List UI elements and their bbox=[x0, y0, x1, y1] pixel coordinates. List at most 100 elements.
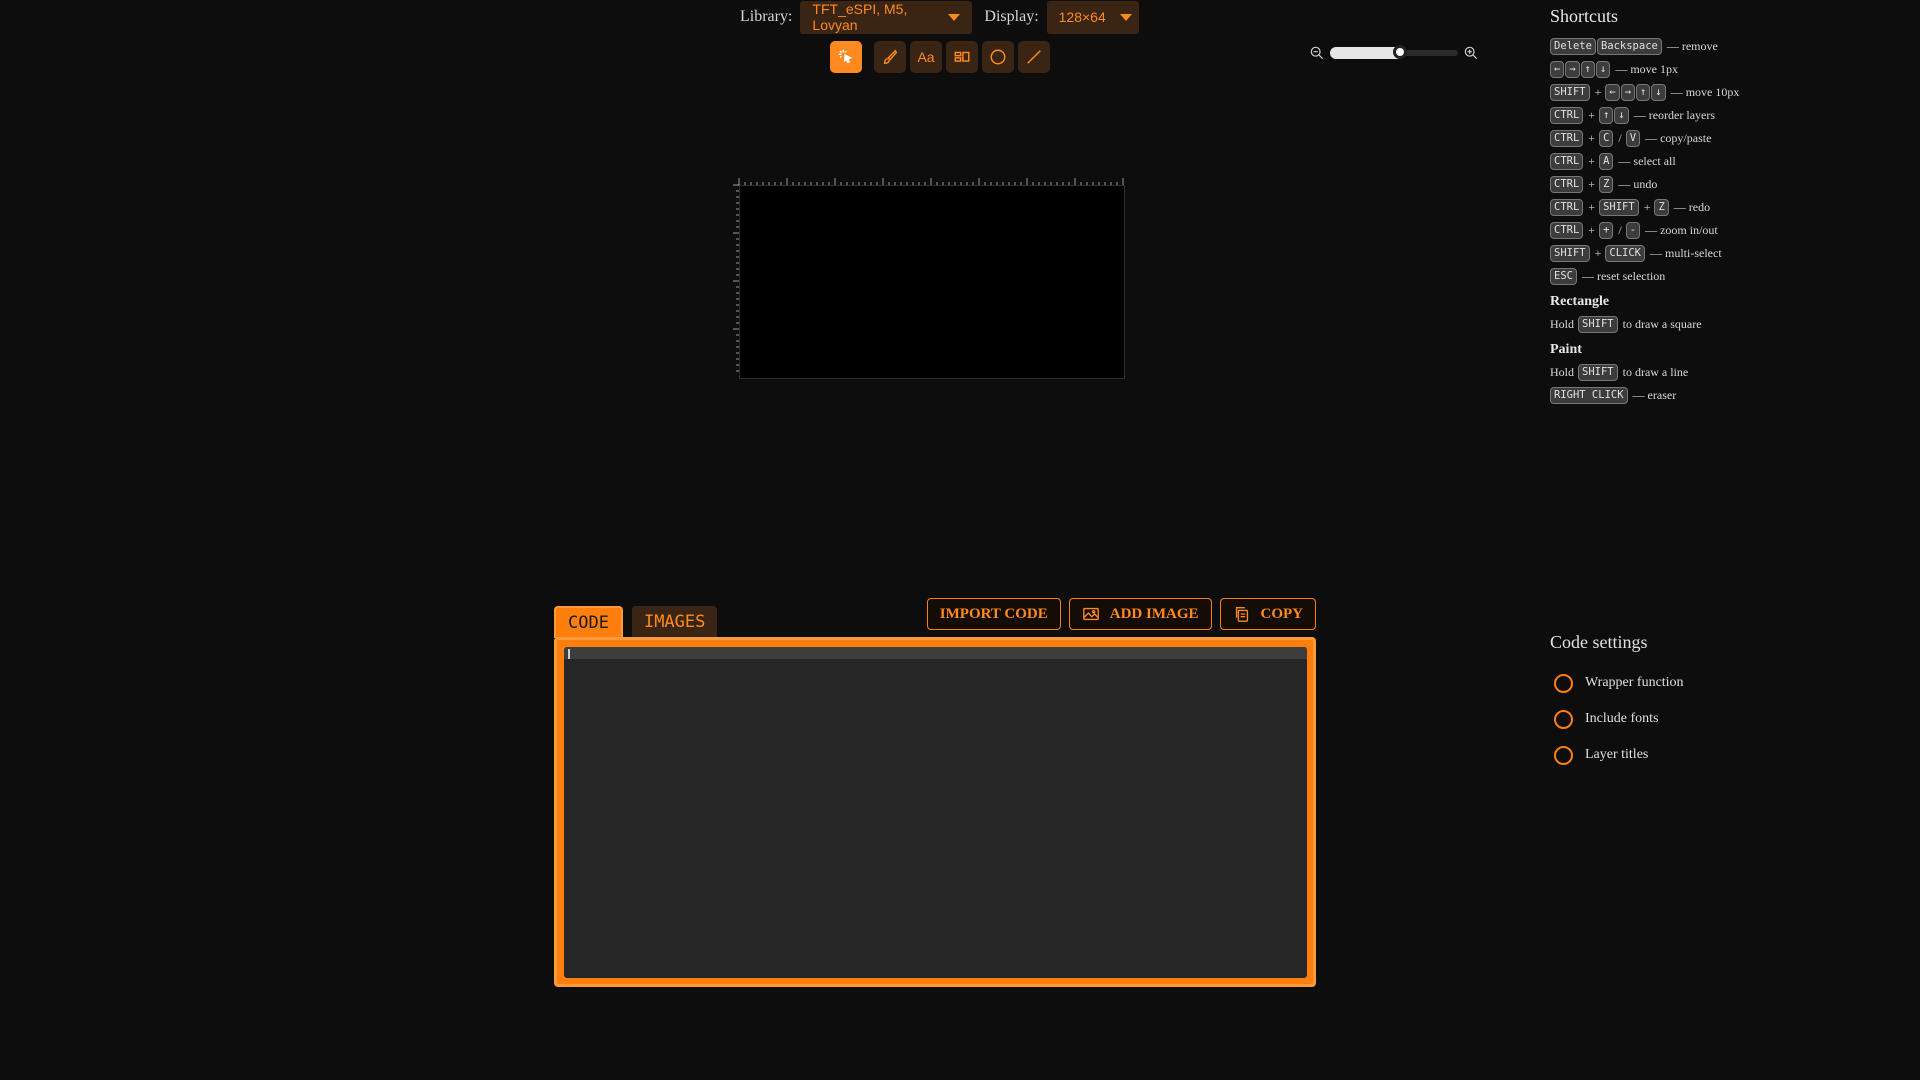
shortcut-key: Backspace bbox=[1596, 38, 1662, 55]
circle-tool-button[interactable] bbox=[982, 41, 1014, 73]
shapes-icon bbox=[954, 51, 970, 62]
shortcut-key: SHIFT bbox=[1578, 364, 1618, 381]
shortcut-key: SHIFT bbox=[1578, 316, 1618, 333]
shortcut-key: ↑ bbox=[1599, 107, 1614, 124]
shortcut-key: + bbox=[1599, 222, 1614, 239]
select-tool-button[interactable] bbox=[830, 41, 862, 73]
shortcut-key: A bbox=[1599, 153, 1614, 170]
display-canvas[interactable] bbox=[739, 185, 1125, 379]
shortcut-separator: + bbox=[1643, 200, 1651, 214]
shortcut-key: V bbox=[1625, 130, 1641, 147]
shortcut-description: — reset selection bbox=[1581, 269, 1666, 283]
add-image-button[interactable]: ADD IMAGE bbox=[1068, 598, 1212, 630]
shortcut-line: CTRL + Z — undo bbox=[1550, 173, 1780, 196]
option-label: Include fonts bbox=[1585, 711, 1659, 726]
shortcut-description: — multi-select bbox=[1650, 246, 1722, 260]
shortcut-separator: + bbox=[1588, 223, 1596, 237]
wrapper-function-option[interactable]: Wrapper function bbox=[1550, 665, 1684, 701]
tab-images[interactable]: IMAGES bbox=[631, 606, 718, 638]
icon-tool-button[interactable] bbox=[946, 41, 978, 73]
copy-icon bbox=[1235, 607, 1248, 622]
shortcut-description: — copy/paste bbox=[1645, 131, 1712, 145]
include-fonts-option[interactable]: Include fonts bbox=[1550, 701, 1684, 737]
shortcut-line: SHIFT + ← → ↑ ↓ — move 10px bbox=[1550, 81, 1780, 104]
shortcut-key: Delete bbox=[1550, 38, 1596, 55]
chevron-down-icon bbox=[1119, 13, 1132, 21]
zoom-slider[interactable] bbox=[1330, 45, 1458, 59]
shortcut-key: Z bbox=[1654, 199, 1669, 216]
shortcut-description: — select all bbox=[1618, 154, 1676, 168]
shortcut-key: ↓ bbox=[1614, 107, 1629, 124]
shortcuts-panel: Shortcuts Delete Backspace — remove ← → ↑ ↓ — m… bbox=[1550, 6, 1780, 407]
shortcut-key: ← bbox=[1550, 61, 1565, 78]
include-fonts-checkbox[interactable] bbox=[1554, 709, 1573, 729]
copy-button[interactable]: COPY bbox=[1219, 598, 1316, 630]
shortcut-key: SHIFT bbox=[1550, 245, 1590, 262]
option-label: Wrapper function bbox=[1585, 675, 1684, 690]
display-select-value: 128×64 bbox=[1058, 9, 1106, 25]
shortcut-separator: + bbox=[1588, 177, 1596, 191]
zoom-in-icon[interactable] bbox=[1464, 46, 1478, 60]
shortcut-key: ↓ bbox=[1595, 61, 1611, 78]
code-settings-title: Code settings bbox=[1550, 632, 1648, 652]
shortcut-key: CTRL bbox=[1550, 222, 1584, 239]
top-bar: Library: TFT_eSPI, M5, Lovyan Display: 1… bbox=[740, 0, 1139, 34]
import-code-button[interactable]: IMPORT CODE bbox=[926, 598, 1061, 630]
shortcut-key: → bbox=[1620, 84, 1636, 101]
shortcut-key: ↑ bbox=[1636, 84, 1651, 101]
line-tool-button[interactable] bbox=[1018, 41, 1050, 73]
shortcut-key: ← bbox=[1605, 84, 1620, 101]
copy-label: COPY bbox=[1260, 605, 1304, 622]
tool-bar: Aa bbox=[830, 41, 1054, 73]
tab-code[interactable]: CODE bbox=[554, 606, 623, 638]
shortcut-key: → bbox=[1565, 61, 1580, 78]
text-tool-button[interactable]: Aa bbox=[910, 41, 942, 73]
code-editor[interactable] bbox=[564, 647, 1307, 978]
code-tabs: CODE IMAGES bbox=[554, 606, 726, 638]
library-select[interactable]: TFT_eSPI, M5, Lovyan bbox=[800, 0, 973, 34]
library-select-value: TFT_eSPI, M5, Lovyan bbox=[812, 1, 908, 33]
editor-active-line bbox=[564, 647, 1307, 659]
brush-icon bbox=[883, 49, 898, 65]
shortcut-key: C bbox=[1599, 130, 1614, 147]
shortcut-description: — eraser bbox=[1632, 388, 1677, 402]
shortcut-line: CTRL + SHIFT + Z — redo bbox=[1550, 196, 1780, 219]
rectangle-title: Rectangle bbox=[1550, 294, 1610, 309]
layer-titles-checkbox[interactable] bbox=[1554, 745, 1573, 765]
zoom-slider-handle[interactable] bbox=[1393, 45, 1408, 59]
import-code-label: IMPORT CODE bbox=[939, 605, 1048, 622]
display-label: Display: bbox=[984, 8, 1039, 25]
shortcut-line: CTRL + C / V — copy/paste bbox=[1550, 127, 1780, 150]
shortcut-list: Delete Backspace — remove ← → ↑ ↓ — move 1px SHI… bbox=[1550, 35, 1780, 288]
text-icon: Aa bbox=[917, 49, 935, 65]
shortcut-description: — move 10px bbox=[1670, 85, 1740, 99]
paint-tool-button[interactable] bbox=[874, 41, 906, 73]
shortcut-line: SHIFT + CLICK — multi-select bbox=[1550, 242, 1780, 265]
shortcut-key: ESC bbox=[1550, 268, 1577, 285]
cursor-sparkle-icon bbox=[838, 49, 853, 64]
zoom-out-icon[interactable] bbox=[1310, 46, 1324, 60]
shortcut-key: CTRL bbox=[1550, 130, 1584, 147]
shortcut-line: Hold SHIFT to draw a line bbox=[1550, 361, 1780, 384]
shortcut-line: RIGHT CLICK — eraser bbox=[1550, 384, 1780, 407]
wrapper-function-checkbox[interactable] bbox=[1554, 673, 1573, 693]
shortcut-separator: + bbox=[1588, 154, 1596, 168]
shortcut-separator: + bbox=[1594, 246, 1602, 260]
paint-title: Paint bbox=[1550, 342, 1582, 357]
shortcut-separator: / bbox=[1618, 131, 1622, 145]
circle-icon bbox=[990, 49, 1006, 65]
shortcut-description: — zoom in/out bbox=[1645, 223, 1718, 237]
shortcut-separator: + bbox=[1588, 200, 1596, 214]
display-select[interactable]: 128×64 bbox=[1046, 0, 1139, 34]
shortcut-text: Hold bbox=[1550, 365, 1574, 379]
add-image-label: ADD IMAGE bbox=[1109, 605, 1199, 622]
shortcut-description: — redo bbox=[1673, 200, 1711, 214]
shortcut-key: ↓ bbox=[1651, 84, 1666, 101]
shortcut-line: CTRL + A — select all bbox=[1550, 150, 1780, 173]
shortcut-separator: + bbox=[1588, 108, 1596, 122]
layer-titles-option[interactable]: Layer titles bbox=[1550, 737, 1684, 773]
zoom-control bbox=[1310, 45, 1478, 60]
shortcut-key: CTRL bbox=[1550, 199, 1584, 216]
shortcut-line: ESC — reset selection bbox=[1550, 265, 1780, 288]
shortcut-line: Delete Backspace — remove bbox=[1550, 35, 1780, 58]
